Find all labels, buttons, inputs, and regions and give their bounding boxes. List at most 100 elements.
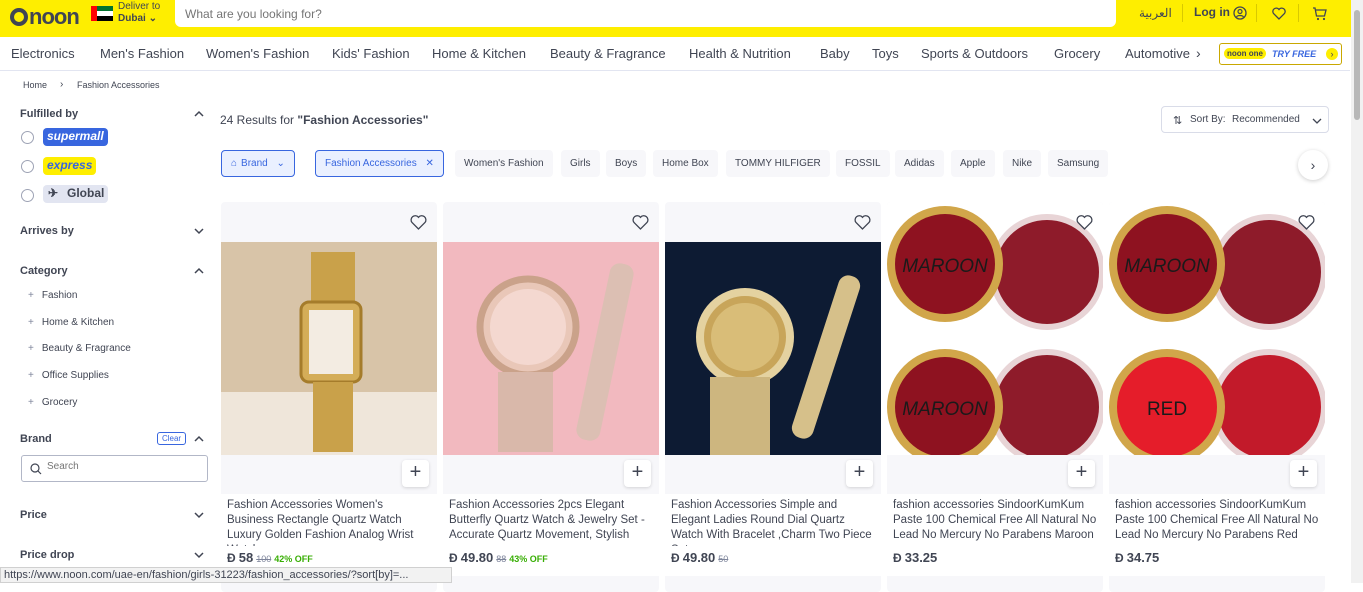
- nav-item-beauty-fragrance[interactable]: Beauty & Fragrance: [550, 46, 666, 61]
- product-title[interactable]: Fashion Accessories 2pcs Elegant Butterf…: [443, 494, 659, 546]
- user-icon[interactable]: [1233, 6, 1247, 20]
- nav-item-baby[interactable]: Baby: [820, 46, 850, 61]
- chevron-down-icon[interactable]: [193, 509, 205, 521]
- chevron-down-icon[interactable]: [193, 549, 205, 561]
- product-image-gold-watch[interactable]: [221, 242, 437, 455]
- nav-item-kids-fashion[interactable]: Kids' Fashion: [332, 46, 410, 61]
- chevron-up-icon[interactable]: [193, 108, 205, 120]
- add-to-cart-plus-icon[interactable]: +: [846, 460, 873, 487]
- filter-chip-nike[interactable]: Nike: [1003, 150, 1042, 177]
- express-radio[interactable]: [21, 160, 34, 173]
- filter-chip-adidas[interactable]: Adidas: [895, 150, 944, 177]
- results-count: 24 Results for: [220, 113, 295, 127]
- filter-chip-fossil[interactable]: FOSSIL: [836, 150, 890, 177]
- product-card[interactable]: + Fashion Accessories 2pcs Elegant Butte…: [443, 202, 659, 592]
- filter-chip-home-box[interactable]: Home Box: [653, 150, 718, 177]
- product-title[interactable]: fashion accessories SindoorKumKum Paste …: [887, 494, 1103, 546]
- add-to-cart-plus-icon[interactable]: +: [624, 460, 651, 487]
- search-bar: [175, 0, 1116, 27]
- nav-item-health-nutrition[interactable]: Health & Nutrition: [689, 46, 791, 61]
- uae-flag-icon: [91, 6, 113, 21]
- discount-label: 42% OFF: [274, 554, 313, 564]
- plus-icon: +: [28, 370, 34, 381]
- page-scrollbar[interactable]: [1351, 0, 1363, 583]
- product-image-maroon-sindoor[interactable]: MAROON MAROON: [887, 202, 1103, 455]
- dirham-icon: Đ: [1115, 551, 1124, 565]
- filter-chip-apple[interactable]: Apple: [951, 150, 995, 177]
- nav-item-mens-fashion[interactable]: Men's Fashion: [100, 46, 184, 61]
- add-to-cart-plus-icon[interactable]: +: [1068, 460, 1095, 487]
- heart-icon[interactable]: [410, 214, 427, 231]
- category-item-office-supplies[interactable]: + Office Supplies: [28, 370, 109, 381]
- top-bar: noonnoon Deliver to Dubai ⌄ العربية Log …: [0, 0, 1363, 37]
- product-title[interactable]: fashion accessories SindoorKumKum Paste …: [1109, 494, 1325, 546]
- sort-dropdown[interactable]: ⇅ Sort By: Recommended: [1161, 106, 1329, 133]
- nav-item-home-kitchen[interactable]: Home & Kitchen: [432, 46, 526, 61]
- brand-search-input[interactable]: [47, 461, 197, 472]
- language-switch[interactable]: العربية: [1139, 6, 1172, 20]
- nav-item-automotive[interactable]: Automotive: [1125, 46, 1190, 61]
- chevron-down-icon[interactable]: [193, 225, 205, 237]
- noon-logo[interactable]: noonnoon: [10, 4, 80, 30]
- product-card[interactable]: + Fashion Accessories Simple and Elegant…: [665, 202, 881, 592]
- dirham-icon: Đ: [671, 551, 680, 565]
- results-query: "Fashion Accessories": [297, 113, 429, 127]
- filter-chip-samsung[interactable]: Samsung: [1048, 150, 1109, 177]
- chevron-up-icon[interactable]: [193, 433, 205, 445]
- chevron-up-icon[interactable]: [193, 265, 205, 277]
- nav-item-sports-outdoors[interactable]: Sports & Outdoors: [921, 46, 1028, 61]
- discount-label: 43% OFF: [509, 554, 548, 564]
- deliver-to[interactable]: Deliver to Dubai ⌄: [118, 1, 160, 25]
- search-input[interactable]: [175, 0, 1116, 27]
- maroon-label-top: MAROON: [902, 256, 988, 277]
- selected-filter-chip[interactable]: Fashion Accessories ✕: [315, 150, 444, 177]
- price-drop-heading[interactable]: Price drop: [20, 549, 74, 561]
- brand-clear-button[interactable]: Clear: [157, 432, 186, 445]
- nav-next-chevron-icon[interactable]: ›: [1196, 45, 1201, 61]
- filter-chip-girls[interactable]: Girls: [561, 150, 600, 177]
- product-image-round-dial-watch-set[interactable]: [665, 242, 881, 455]
- close-icon[interactable]: ✕: [426, 158, 434, 169]
- chevron-down-icon: [1312, 118, 1322, 124]
- add-to-cart-plus-icon[interactable]: +: [402, 460, 429, 487]
- nav-item-grocery[interactable]: Grocery: [1054, 46, 1100, 61]
- product-title[interactable]: Fashion Accessories Simple and Elegant L…: [665, 494, 881, 546]
- product-title[interactable]: Fashion Accessories Women's Business Rec…: [221, 494, 437, 546]
- supermall-radio[interactable]: [21, 131, 34, 144]
- category-item-fashion[interactable]: + Fashion: [28, 290, 77, 301]
- heart-icon[interactable]: [632, 214, 649, 231]
- noon-one-banner[interactable]: noon one TRY FREE ›: [1219, 43, 1342, 65]
- brand-filter-chip[interactable]: ⌂ Brand ⌄: [221, 150, 295, 177]
- add-to-cart-plus-icon[interactable]: +: [1290, 460, 1317, 487]
- arrives-by-heading[interactable]: Arrives by: [20, 225, 74, 237]
- category-item-grocery[interactable]: + Grocery: [28, 397, 77, 408]
- login-button[interactable]: Log in: [1194, 5, 1230, 19]
- category-item-beauty-fragrance[interactable]: + Beauty & Fragrance: [28, 343, 131, 354]
- wishlist-heart-icon[interactable]: [1272, 7, 1286, 20]
- product-image-red-sindoor[interactable]: MAROON RED: [1109, 202, 1325, 455]
- product-image-butterfly-watch-set[interactable]: [443, 242, 659, 455]
- cart-icon[interactable]: [1312, 6, 1327, 21]
- results-summary: 24 Results for "Fashion Accessories": [220, 113, 428, 127]
- filter-chip-boys[interactable]: Boys: [606, 150, 647, 177]
- heart-icon[interactable]: [854, 214, 871, 231]
- global-label: Global: [67, 186, 105, 200]
- category-label: Fashion: [41, 290, 78, 301]
- category-item-home-kitchen[interactable]: + Home & Kitchen: [28, 317, 114, 328]
- price-value: 33.25: [904, 550, 938, 565]
- heart-icon[interactable]: [1298, 214, 1315, 231]
- product-card[interactable]: + Fashion Accessories Women's Business R…: [221, 202, 437, 592]
- filter-chip-womens-fashion[interactable]: Women's Fashion: [455, 150, 553, 177]
- nav-item-electronics[interactable]: Electronics: [11, 46, 75, 61]
- product-card[interactable]: MAROON RED + fashion accessories Sindoor…: [1109, 202, 1325, 592]
- breadcrumb-home[interactable]: Home: [23, 80, 47, 90]
- nav-item-toys[interactable]: Toys: [872, 46, 899, 61]
- product-card[interactable]: MAROON MAROON + fashion accessories Sind…: [887, 202, 1103, 592]
- heart-icon[interactable]: [1076, 214, 1093, 231]
- price-heading[interactable]: Price: [20, 509, 47, 521]
- chips-next-chevron-icon[interactable]: ›: [1298, 150, 1328, 180]
- global-radio[interactable]: [21, 189, 34, 202]
- nav-item-womens-fashion[interactable]: Women's Fashion: [206, 46, 309, 61]
- scrollbar-thumb[interactable]: [1354, 10, 1360, 120]
- filter-chip-tommy-hilfiger[interactable]: TOMMY HILFIGER: [726, 150, 830, 177]
